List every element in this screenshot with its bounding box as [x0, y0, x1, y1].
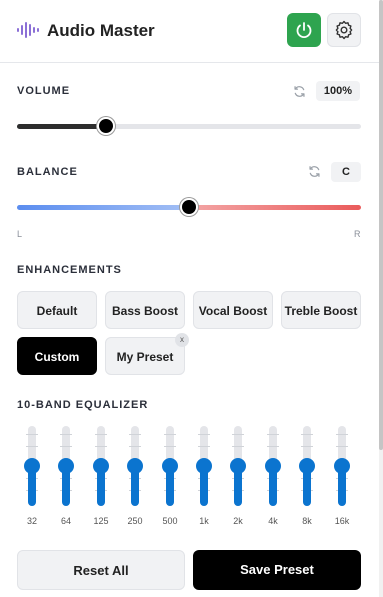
eq-tick [129, 434, 141, 435]
eq-thumb[interactable] [24, 458, 40, 474]
eq-tick [26, 434, 38, 435]
eq-thumb[interactable] [58, 458, 74, 474]
volume-value: 100% [316, 81, 360, 101]
eq-thumb[interactable] [162, 458, 178, 474]
balance-right-fill [189, 205, 361, 210]
preset-default-button[interactable]: Default [17, 291, 97, 329]
eq-band-1k[interactable]: 1k [189, 426, 219, 530]
eq-band-label: 500 [162, 516, 178, 526]
eq-band-4k[interactable]: 4k [258, 426, 288, 530]
eq-band-125[interactable]: 125 [86, 426, 116, 530]
refresh-icon[interactable] [308, 165, 321, 178]
eq-band-label: 250 [127, 516, 143, 526]
preset-vocal-boost-button[interactable]: Vocal Boost [193, 291, 273, 329]
balance-right-label: R [354, 229, 361, 239]
enhancements-label: ENHANCEMENTS [17, 264, 122, 276]
preset-bass-boost-button[interactable]: Bass Boost [105, 291, 185, 329]
eq-band-500[interactable]: 500 [155, 426, 185, 530]
eq-tick [336, 446, 348, 447]
settings-button[interactable] [327, 13, 361, 47]
power-button[interactable] [287, 13, 321, 47]
scrollbar[interactable] [379, 0, 383, 597]
eq-thumb[interactable] [334, 458, 350, 474]
preset-treble-boost-button[interactable]: Treble Boost [281, 291, 361, 329]
balance-label: BALANCE [17, 166, 78, 178]
eq-thumb[interactable] [299, 458, 315, 474]
balance-left-label: L [17, 229, 23, 239]
eq-band-label: 16k [334, 516, 350, 526]
reset-all-button[interactable]: Reset All [17, 550, 185, 590]
eq-band-2k[interactable]: 2k [223, 426, 253, 530]
volume-label: VOLUME [17, 85, 71, 97]
eq-thumb[interactable] [196, 458, 212, 474]
eq-band-label: 4k [268, 516, 278, 526]
app-title: Audio Master [47, 21, 155, 40]
eq-band-16k[interactable]: 16k [327, 426, 357, 530]
eq-tick [301, 446, 313, 447]
eq-tick [60, 446, 72, 447]
soundwave-icon [17, 22, 39, 38]
eq-band-label: 32 [26, 516, 37, 526]
equalizer-label: 10-BAND EQUALIZER [17, 399, 149, 411]
gear-icon [335, 20, 353, 40]
eq-tick [301, 434, 313, 435]
eq-tick [95, 446, 107, 447]
eq-thumb[interactable] [127, 458, 143, 474]
refresh-icon[interactable] [293, 85, 306, 98]
eq-tick [95, 434, 107, 435]
balance-slider[interactable] [17, 198, 361, 216]
eq-tick [60, 434, 72, 435]
header: Audio Master [0, 0, 379, 63]
eq-band-label: 2k [233, 516, 243, 526]
eq-band-8k[interactable]: 8k [292, 426, 322, 530]
eq-thumb[interactable] [230, 458, 246, 474]
balance-value: C [331, 162, 361, 182]
balance-left-fill [17, 205, 189, 210]
eq-thumb[interactable] [265, 458, 281, 474]
eq-band-250[interactable]: 250 [120, 426, 150, 530]
scrollbar-thumb[interactable] [379, 0, 383, 450]
eq-tick [232, 434, 244, 435]
remove-preset-button[interactable]: x [175, 333, 189, 347]
eq-band-label: 1k [199, 516, 209, 526]
save-preset-button[interactable]: Save Preset [193, 550, 361, 590]
eq-tick [267, 434, 279, 435]
preset-custom-button[interactable]: Custom [17, 337, 97, 375]
preset-my-preset-button[interactable]: My Preset [105, 337, 185, 375]
eq-band-64[interactable]: 64 [51, 426, 81, 530]
eq-band-label: 125 [93, 516, 109, 526]
power-icon [296, 22, 312, 39]
eq-band-label: 8k [302, 516, 312, 526]
eq-band-32[interactable]: 32 [17, 426, 47, 530]
eq-tick [198, 434, 210, 435]
eq-tick [164, 434, 176, 435]
eq-tick [26, 446, 38, 447]
eq-thumb[interactable] [93, 458, 109, 474]
eq-tick [232, 446, 244, 447]
balance-thumb[interactable] [180, 198, 198, 216]
eq-tick [198, 446, 210, 447]
volume-slider[interactable] [17, 117, 361, 135]
eq-tick [164, 446, 176, 447]
eq-tick [267, 446, 279, 447]
eq-band-label: 64 [60, 516, 71, 526]
volume-fill [17, 124, 106, 129]
volume-thumb[interactable] [97, 117, 115, 135]
eq-tick [129, 446, 141, 447]
eq-tick [336, 434, 348, 435]
